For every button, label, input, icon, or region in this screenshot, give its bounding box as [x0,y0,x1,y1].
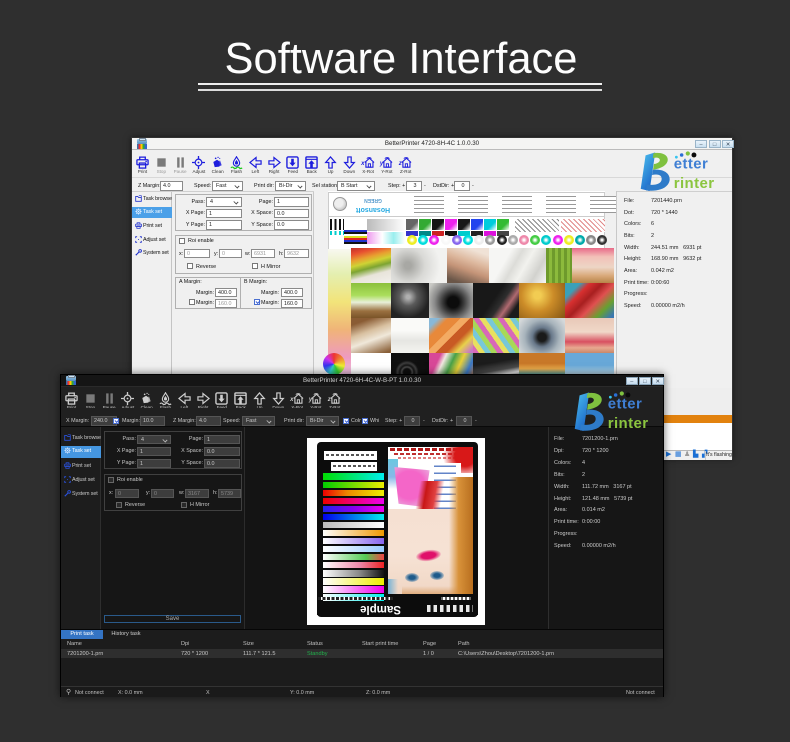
svg-text:rinter: rinter [674,175,715,192]
svg-text:rinter: rinter [608,414,649,431]
svg-text:etter: etter [674,156,709,173]
svg-text:etter: etter [608,395,643,412]
